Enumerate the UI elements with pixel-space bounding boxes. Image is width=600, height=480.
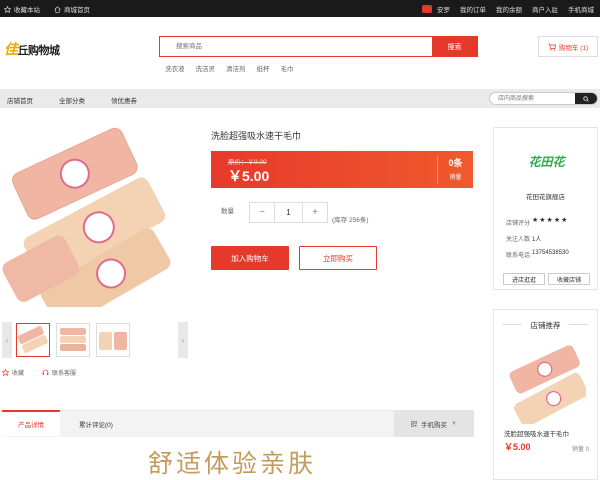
- shop-card: 花田花 花田花旗舰店 店铺评分 ★★★★★ 关注人数 1人 联系电话 13754…: [493, 127, 598, 290]
- thumb-prev-button[interactable]: ‹: [2, 322, 12, 358]
- price-box: 原价：￥9.00 ￥5.00 0条 销量: [211, 151, 473, 188]
- my-orders-link[interactable]: 我的订单: [460, 4, 486, 14]
- quantity-label: 数量: [221, 208, 234, 215]
- chevron-right-icon: ›: [181, 335, 185, 345]
- product-main-image: [0, 127, 190, 307]
- current-price: ￥5.00: [228, 168, 270, 184]
- qty-input[interactable]: 1: [274, 203, 303, 222]
- shop-rating-stars: ★★★★★: [532, 217, 569, 224]
- cart-icon: [548, 42, 556, 51]
- detail-slogan: 舒适体验亲肤: [148, 449, 317, 478]
- thumbnail-2[interactable]: [56, 323, 90, 357]
- star-icon: [4, 5, 11, 13]
- qty-minus-button[interactable]: −: [250, 203, 274, 222]
- thumb-image: [17, 326, 48, 353]
- nav-all-categories[interactable]: 全部分类: [59, 95, 85, 105]
- shop-phone-row: 联系电话 13754538530: [506, 250, 569, 259]
- search-icon: [583, 95, 589, 102]
- shop-name[interactable]: 花田花旗舰店: [494, 191, 597, 201]
- search-button[interactable]: 搜索: [432, 37, 477, 56]
- hot-word-link[interactable]: 洗衣液: [165, 63, 185, 73]
- cart-label: 购物车 (1): [558, 44, 589, 52]
- recommend-item-image[interactable]: [506, 342, 586, 424]
- caret-down-icon: ▼: [451, 421, 457, 427]
- contact-service-label: 联系客服: [52, 371, 77, 377]
- hot-words: 洗衣液 洗洁灵 清洁剂 纸杯 毛巾: [165, 63, 294, 73]
- add-to-cart-button[interactable]: 加入购物车: [211, 246, 289, 270]
- mall-home-label: 商城首页: [64, 7, 90, 14]
- thumbnail-3[interactable]: [96, 323, 130, 357]
- shop-followers-label: 关注人数: [506, 237, 531, 243]
- detail-tabs: 产品详情 累计评论(0) 手机购买 ▼: [2, 410, 474, 437]
- buy-now-button[interactable]: 立即购买: [299, 246, 377, 270]
- thumb-image: [99, 332, 127, 350]
- quantity-stepper: − 1 +: [249, 202, 328, 223]
- home-icon: [54, 5, 61, 13]
- top-bar: 收藏本站 商城首页 安罗 我的订单 我的余额 商户入驻 手机商城: [0, 0, 600, 17]
- shop-rating-label: 店铺评分: [506, 221, 531, 227]
- favorite-site-label: 收藏本站: [14, 7, 40, 14]
- search-input[interactable]: [160, 37, 432, 56]
- original-price: 原价：￥9.00: [228, 159, 267, 166]
- nav-shop-home[interactable]: 店铺首页: [7, 95, 33, 105]
- nav-coupons[interactable]: 领优惠券: [111, 95, 137, 105]
- hot-word-link[interactable]: 毛巾: [281, 63, 294, 73]
- recommend-item-price: ￥5.00: [504, 442, 531, 452]
- product-title: 洗脸超强吸水速干毛巾: [211, 131, 302, 141]
- tab-product-details[interactable]: 产品详情: [2, 410, 60, 436]
- favorite-label: 收藏: [12, 371, 25, 377]
- shop-recommend: 店铺推荐 洗脸超强吸水速干毛巾 ￥5.00 销量 0: [493, 309, 598, 480]
- thumb-next-button[interactable]: ›: [178, 322, 188, 358]
- qrcode-icon: [411, 421, 417, 427]
- contact-service-button[interactable]: 联系客服: [42, 368, 76, 377]
- shop-logo[interactable]: 花田花: [524, 153, 569, 181]
- enter-shop-button[interactable]: 进店逛逛: [503, 273, 545, 285]
- recommend-item-sold: 销量 0: [571, 447, 589, 453]
- shop-search-button[interactable]: [575, 93, 597, 104]
- recommend-item-name[interactable]: 洗脸超强吸水速干毛巾: [504, 428, 569, 438]
- shop-search: [489, 92, 598, 105]
- qty-plus-button[interactable]: +: [303, 203, 327, 222]
- mobile-buy-label: 手机购买: [421, 422, 448, 429]
- hot-word-link[interactable]: 洗洁灵: [196, 63, 216, 73]
- site-logo[interactable]: 佳丘购物城: [4, 39, 60, 59]
- cart-button[interactable]: 购物车 (1): [538, 36, 598, 57]
- my-balance-link[interactable]: 我的余额: [496, 4, 522, 14]
- chevron-left-icon: ‹: [5, 335, 9, 345]
- search-bar: 搜索: [159, 36, 478, 57]
- tab-reviews[interactable]: 累计评论(0): [66, 411, 126, 437]
- shop-followers-value: 1人: [532, 237, 542, 243]
- sold-label: 销量: [449, 175, 462, 181]
- user-menu[interactable]: 安罗: [422, 4, 450, 14]
- shop-phone-label: 联系电话: [506, 253, 531, 259]
- recommend-title: 店铺推荐: [494, 320, 597, 331]
- mobile-mall-link[interactable]: 手机商城: [568, 4, 594, 14]
- mall-home-link[interactable]: 商城首页: [54, 4, 90, 14]
- shop-phone-value: 13754538530: [532, 250, 569, 256]
- follow-shop-button[interactable]: 收藏店铺: [548, 273, 590, 285]
- header: 佳丘购物城 搜索 洗衣液 洗洁灵 清洁剂 纸杯 毛巾 购物车 (1): [0, 17, 600, 87]
- thumbnail-strip: ‹ ›: [2, 322, 190, 358]
- stock-info: (库存 256条): [332, 217, 369, 224]
- hot-word-link[interactable]: 清洁剂: [226, 63, 246, 73]
- shop-rating-row: 店铺评分 ★★★★★: [506, 217, 569, 227]
- shop-search-input[interactable]: [490, 93, 576, 104]
- thumb-image: [60, 328, 86, 351]
- shop-followers-row: 关注人数 1人: [506, 234, 541, 243]
- favorite-button[interactable]: 收藏: [2, 368, 24, 377]
- gallery-actions: 收藏 联系客服: [2, 368, 76, 377]
- merchant-entry-link[interactable]: 商户入驻: [532, 4, 558, 14]
- favorite-site-link[interactable]: 收藏本站: [4, 4, 40, 14]
- sales-counter: 0条 销量: [437, 156, 473, 184]
- hot-word-link[interactable]: 纸杯: [257, 63, 270, 73]
- user-avatar-icon: [422, 5, 432, 13]
- sold-count: 0条: [448, 158, 463, 168]
- thumbnail-1[interactable]: [16, 323, 50, 357]
- shop-nav: 店铺首页 全部分类 领优惠券: [0, 89, 600, 108]
- star-icon: [2, 369, 9, 376]
- headset-icon: [42, 369, 49, 375]
- username: 安罗: [437, 7, 450, 14]
- tab-mobile-buy[interactable]: 手机购买 ▼: [394, 411, 474, 437]
